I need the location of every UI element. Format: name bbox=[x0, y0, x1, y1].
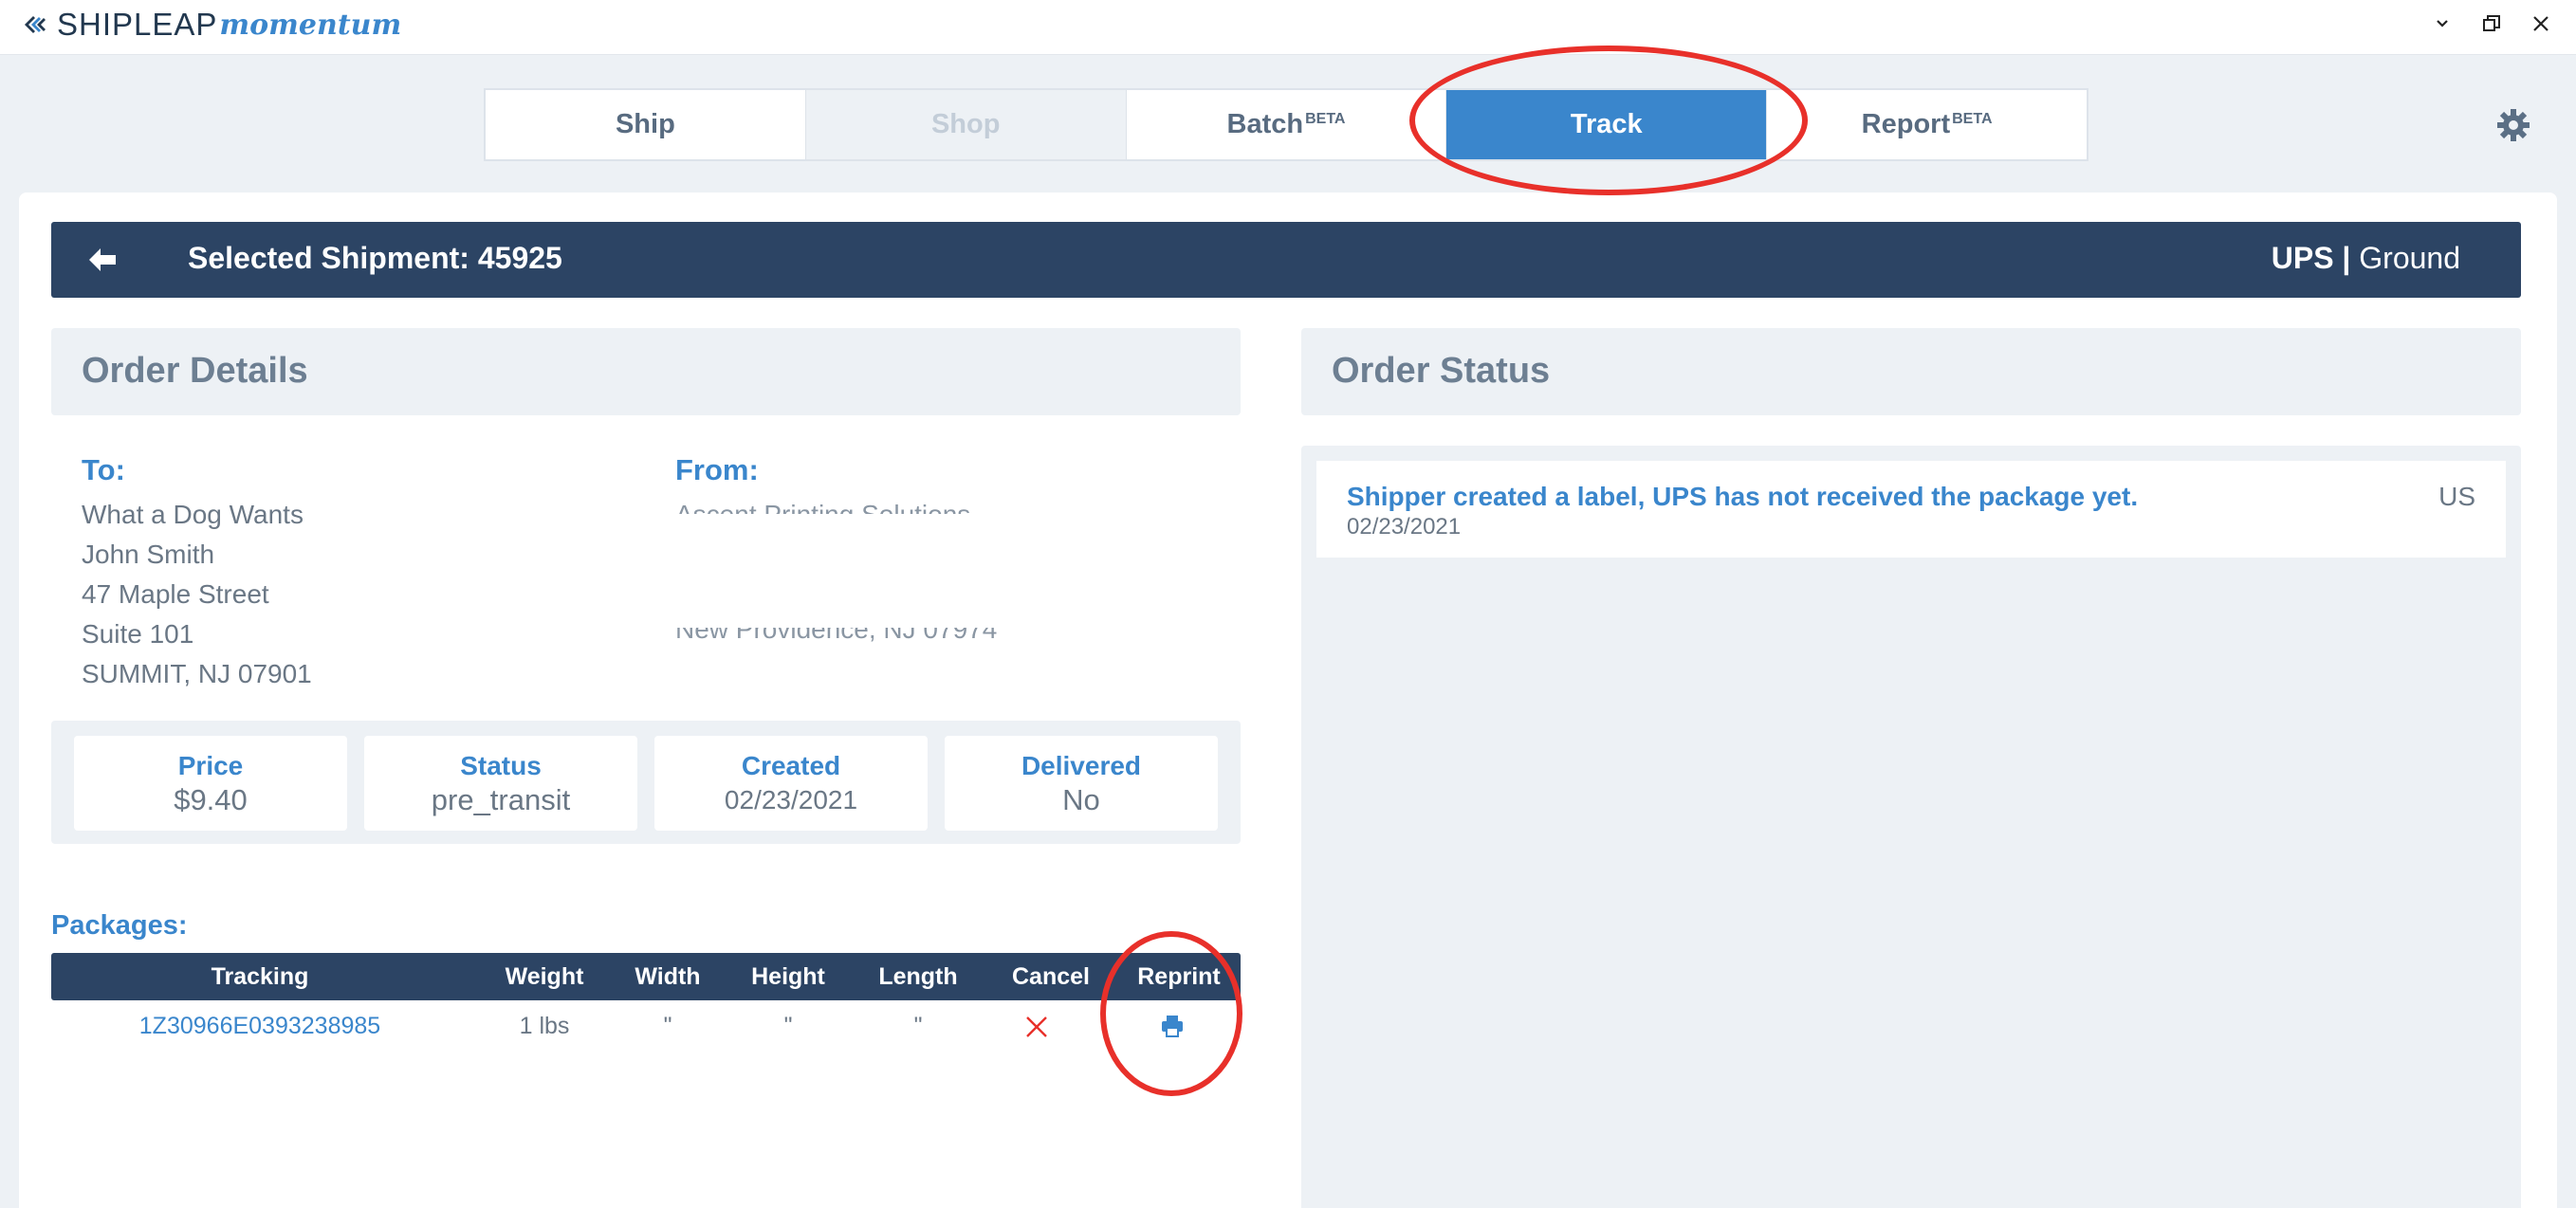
from-address-redacted-top: Ascent Printing Solutions bbox=[675, 501, 979, 514]
col-length: Length bbox=[878, 963, 958, 990]
app-logo: SHIPLEAP momentum bbox=[21, 6, 401, 44]
status-value: pre_transit bbox=[431, 783, 571, 816]
carrier-name: UPS bbox=[2271, 241, 2334, 275]
price-label: Price bbox=[177, 751, 244, 780]
tab-track[interactable]: Track bbox=[1446, 90, 1768, 159]
order-details-header: Order Details bbox=[51, 328, 1241, 415]
delivered-stat: Delivered No bbox=[945, 736, 1218, 831]
order-details-title: Order Details bbox=[82, 351, 308, 391]
created-label: Created bbox=[741, 751, 841, 780]
status-label: Status bbox=[460, 751, 542, 780]
to-label: To: bbox=[82, 453, 125, 486]
reprint-printer-icon[interactable] bbox=[1159, 1013, 1186, 1039]
service-name: Ground bbox=[2359, 241, 2460, 275]
shipment-stats: Price $9.40 Status pre_transit Created 0… bbox=[51, 721, 1241, 844]
brand-name: SHIPLEAP bbox=[57, 7, 218, 42]
col-reprint: Reprint bbox=[1137, 963, 1221, 990]
tab-ship-label: Ship bbox=[615, 109, 675, 139]
selected-shipment-title: Selected Shipment: 45925 bbox=[188, 241, 562, 275]
brand-subname: momentum bbox=[219, 8, 402, 42]
created-stat: Created 02/23/2021 bbox=[654, 736, 928, 831]
status-stat: Status pre_transit bbox=[364, 736, 637, 831]
col-weight: Weight bbox=[505, 963, 584, 990]
settings-gear-icon[interactable] bbox=[2496, 108, 2530, 142]
packages-table-header: Tracking Weight Width Height Length Canc… bbox=[51, 953, 1241, 1000]
to-suite: Suite 101 bbox=[82, 619, 194, 649]
tab-report[interactable]: Report BETA bbox=[1767, 90, 2087, 159]
status-event-location: US bbox=[2438, 482, 2475, 511]
to-address: What a Dog Wants John Smith 47 Maple Str… bbox=[82, 495, 312, 694]
price-stat: Price $9.40 bbox=[74, 736, 347, 831]
close-window-icon[interactable] bbox=[2525, 8, 2557, 40]
col-tracking: Tracking bbox=[211, 963, 309, 990]
main-nav-tabs: Ship Shop Batch BETA Track Report BETA bbox=[484, 88, 2088, 161]
width-cell: " bbox=[663, 1013, 672, 1039]
restore-window-icon[interactable] bbox=[2475, 8, 2508, 40]
beta-badge: BETA bbox=[1305, 110, 1346, 127]
order-status-header: Order Status bbox=[1301, 328, 2521, 415]
carrier-separator: | bbox=[2342, 241, 2351, 275]
tab-report-label: Report bbox=[1861, 109, 1951, 139]
from-label: From: bbox=[675, 453, 759, 486]
beta-badge: BETA bbox=[1952, 110, 1993, 127]
minimize-chevron-icon[interactable] bbox=[2426, 8, 2458, 40]
status-event-text: Shipper created a label, UPS has not rec… bbox=[1347, 482, 2139, 511]
shipleap-logo-icon bbox=[25, 16, 46, 33]
to-name: John Smith bbox=[82, 540, 215, 569]
tab-batch[interactable]: Batch BETA bbox=[1127, 90, 1447, 159]
tab-shop: Shop bbox=[805, 90, 1127, 159]
weight-cell: 1 lbs bbox=[519, 1013, 570, 1039]
selected-shipment-bar: Selected Shipment: 45925 UPS | Ground bbox=[51, 222, 2521, 298]
packages-label: Packages: bbox=[51, 910, 188, 941]
delivered-label: Delivered bbox=[1021, 751, 1142, 780]
tab-ship[interactable]: Ship bbox=[486, 90, 806, 159]
col-height: Height bbox=[751, 963, 825, 990]
price-value: $9.40 bbox=[174, 783, 248, 816]
height-cell: " bbox=[783, 1013, 793, 1039]
col-width: Width bbox=[635, 963, 701, 990]
to-company: What a Dog Wants bbox=[82, 500, 304, 529]
to-city: SUMMIT, NJ 07901 bbox=[82, 659, 312, 688]
tab-shop-label: Shop bbox=[930, 109, 1001, 139]
order-status-panel bbox=[1301, 446, 2521, 1208]
length-cell: " bbox=[913, 1013, 923, 1039]
carrier-service: UPS | Ground bbox=[2272, 241, 2460, 276]
tab-track-label: Track bbox=[1570, 109, 1643, 139]
cancel-x-icon[interactable] bbox=[1024, 1015, 1049, 1039]
from-address-redacted-bottom: New Providence, NJ 07974 bbox=[675, 628, 998, 643]
tracking-number-link[interactable]: 1Z30966E0393238985 bbox=[70, 1007, 450, 1045]
order-status-title: Order Status bbox=[1332, 351, 1551, 391]
col-cancel: Cancel bbox=[1012, 963, 1090, 990]
back-arrow-icon[interactable] bbox=[85, 243, 120, 277]
delivered-value: No bbox=[1062, 783, 1100, 816]
title-bar: SHIPLEAP momentum bbox=[0, 0, 2576, 55]
created-value: 02/23/2021 bbox=[724, 785, 858, 814]
list-item: Shipper created a label, UPS has not rec… bbox=[1316, 461, 2506, 558]
to-street: 47 Maple Street bbox=[82, 579, 269, 609]
status-event-date: 02/23/2021 bbox=[1347, 514, 1462, 540]
tab-batch-label: Batch bbox=[1226, 109, 1304, 139]
